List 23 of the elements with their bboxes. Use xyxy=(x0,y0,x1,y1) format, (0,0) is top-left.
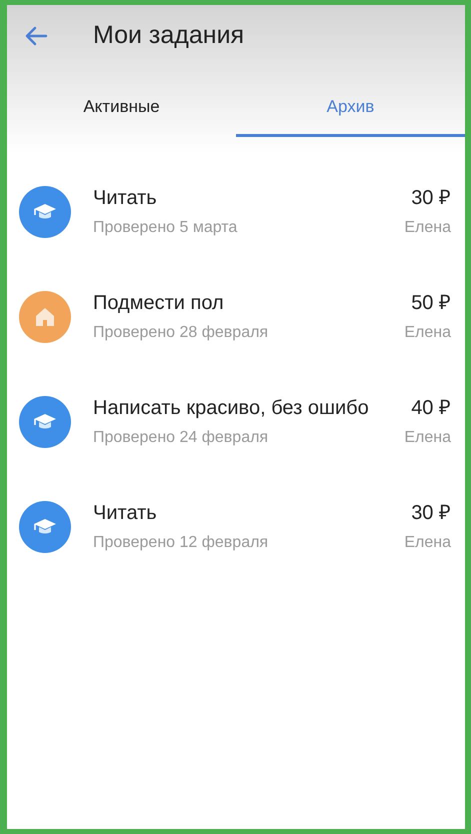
task-status: Проверено 12 февраля xyxy=(93,533,270,553)
task-assignee: Елена xyxy=(404,218,451,238)
task-assignee: Елена xyxy=(404,533,451,553)
graduation-cap-icon xyxy=(19,186,71,238)
task-title: Читать xyxy=(93,501,158,526)
task-title: Подмести пол xyxy=(93,291,225,316)
tab[interactable]: Архив xyxy=(236,77,465,137)
task-assignee: Елена xyxy=(404,323,451,343)
task-title: Написать красиво, без ошибо xyxy=(93,396,370,421)
screen-title: Мои задания xyxy=(93,20,244,52)
task-price: 40 ₽ xyxy=(411,396,451,421)
task-price: 50 ₽ xyxy=(411,291,451,316)
graduation-cap-icon xyxy=(19,396,71,448)
task-price: 30 ₽ xyxy=(411,186,451,211)
task-status: Проверено 24 февраля xyxy=(93,428,270,448)
house-icon xyxy=(19,290,71,342)
graduation-cap-icon xyxy=(19,500,71,552)
task-status: Проверено 28 февраля xyxy=(93,323,270,343)
task-price: 30 ₽ xyxy=(411,501,451,526)
tab[interactable]: Активные xyxy=(7,77,236,137)
task-assignee: Елена xyxy=(404,428,451,448)
task-status: Проверено 5 марта xyxy=(93,218,238,238)
task-title: Читать xyxy=(93,186,158,211)
